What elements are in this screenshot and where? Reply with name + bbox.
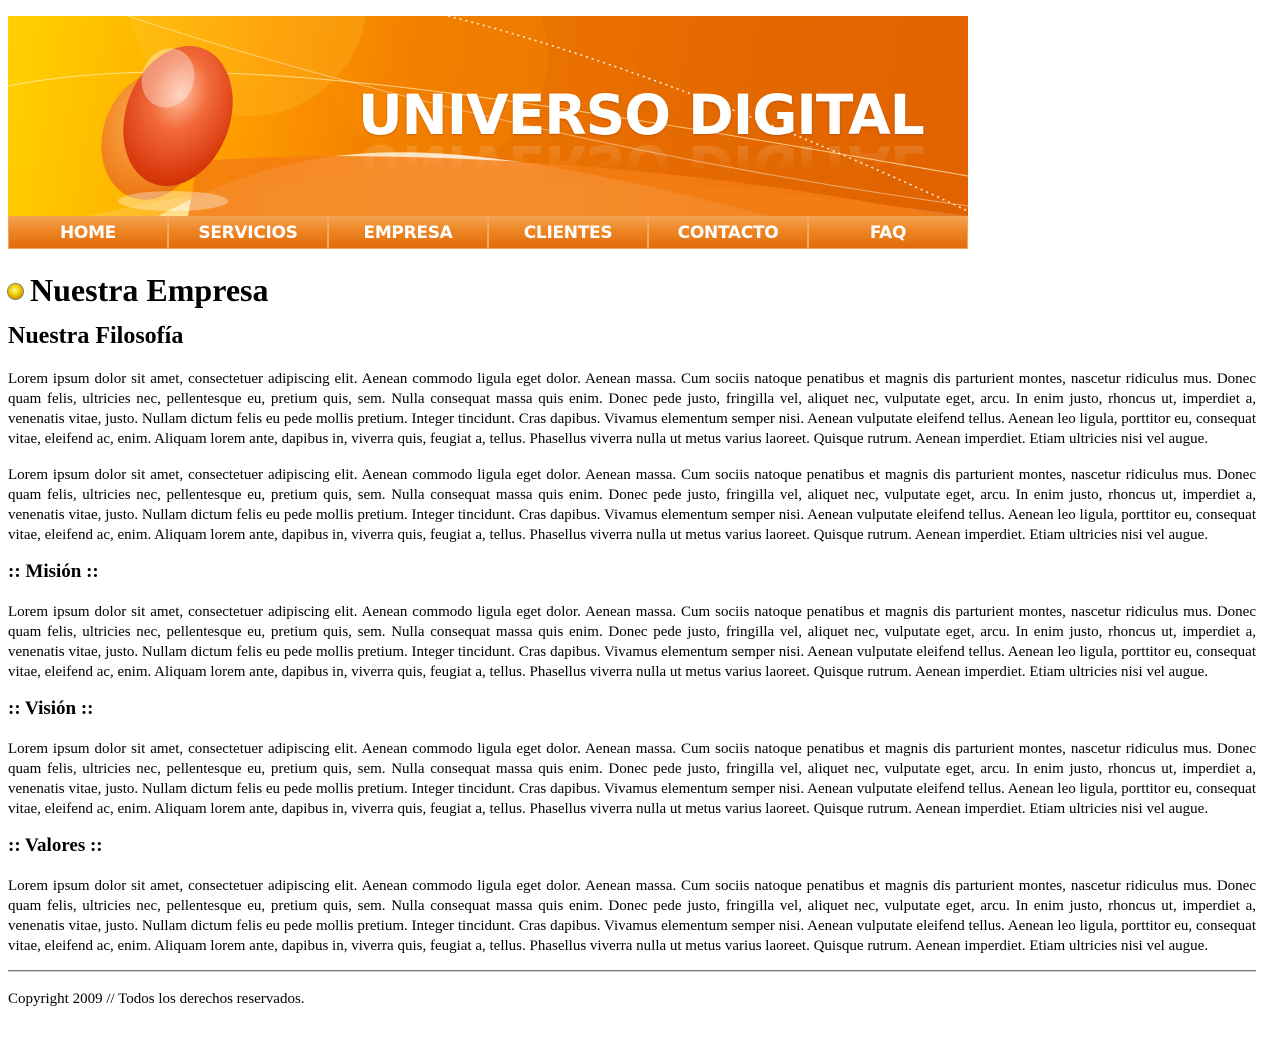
section-subtitle: Nuestra Filosofía bbox=[8, 323, 184, 349]
nav-label: EMPRESA bbox=[363, 222, 453, 243]
heading-valores: :: Valores :: bbox=[8, 835, 103, 856]
nav-label: CONTACTO bbox=[677, 222, 779, 243]
nav-label: SERVICIOS bbox=[198, 222, 298, 243]
nav-contacto[interactable]: CONTACTO bbox=[648, 216, 808, 249]
header-banner: UNIVERSO DIGITAL UNIVERSO DIGITAL bbox=[8, 16, 968, 216]
footer-copyright: Copyright 2009 // Todos los derechos res… bbox=[8, 991, 305, 1007]
brand-reflection: UNIVERSO DIGITAL bbox=[358, 133, 924, 197]
main-nav: HOME SERVICIOS EMPRESA CLIENTES CONTACTO… bbox=[8, 216, 968, 249]
nav-label: FAQ bbox=[869, 222, 907, 243]
nav-servicios[interactable]: SERVICIOS bbox=[168, 216, 328, 249]
yellow-bullet-icon bbox=[8, 283, 23, 299]
nav-label: HOME bbox=[59, 222, 116, 243]
nav-faq[interactable]: FAQ bbox=[808, 216, 968, 249]
paragraph-filosofia-1: Lorem ipsum dolor sit amet, consectetuer… bbox=[8, 371, 1256, 447]
nav-clientes[interactable]: CLIENTES bbox=[488, 216, 648, 249]
heading-mision: :: Misión :: bbox=[8, 561, 99, 582]
nav-empresa[interactable]: EMPRESA bbox=[328, 216, 488, 249]
paragraph-mision: Lorem ipsum dolor sit amet, consectetuer… bbox=[8, 604, 1256, 680]
nav-label: CLIENTES bbox=[523, 222, 613, 243]
nav-home[interactable]: HOME bbox=[8, 216, 168, 249]
paragraph-vision: Lorem ipsum dolor sit amet, consectetuer… bbox=[8, 741, 1256, 817]
page-title: Nuestra Empresa bbox=[8, 272, 1256, 308]
heading-vision: :: Visión :: bbox=[8, 698, 94, 719]
paragraph-valores: Lorem ipsum dolor sit amet, consectetuer… bbox=[8, 878, 1256, 954]
paragraph-filosofia-2: Lorem ipsum dolor sit amet, consectetuer… bbox=[8, 467, 1256, 543]
page-title-text: Nuestra Empresa bbox=[30, 272, 269, 308]
footer-divider bbox=[8, 970, 1256, 972]
